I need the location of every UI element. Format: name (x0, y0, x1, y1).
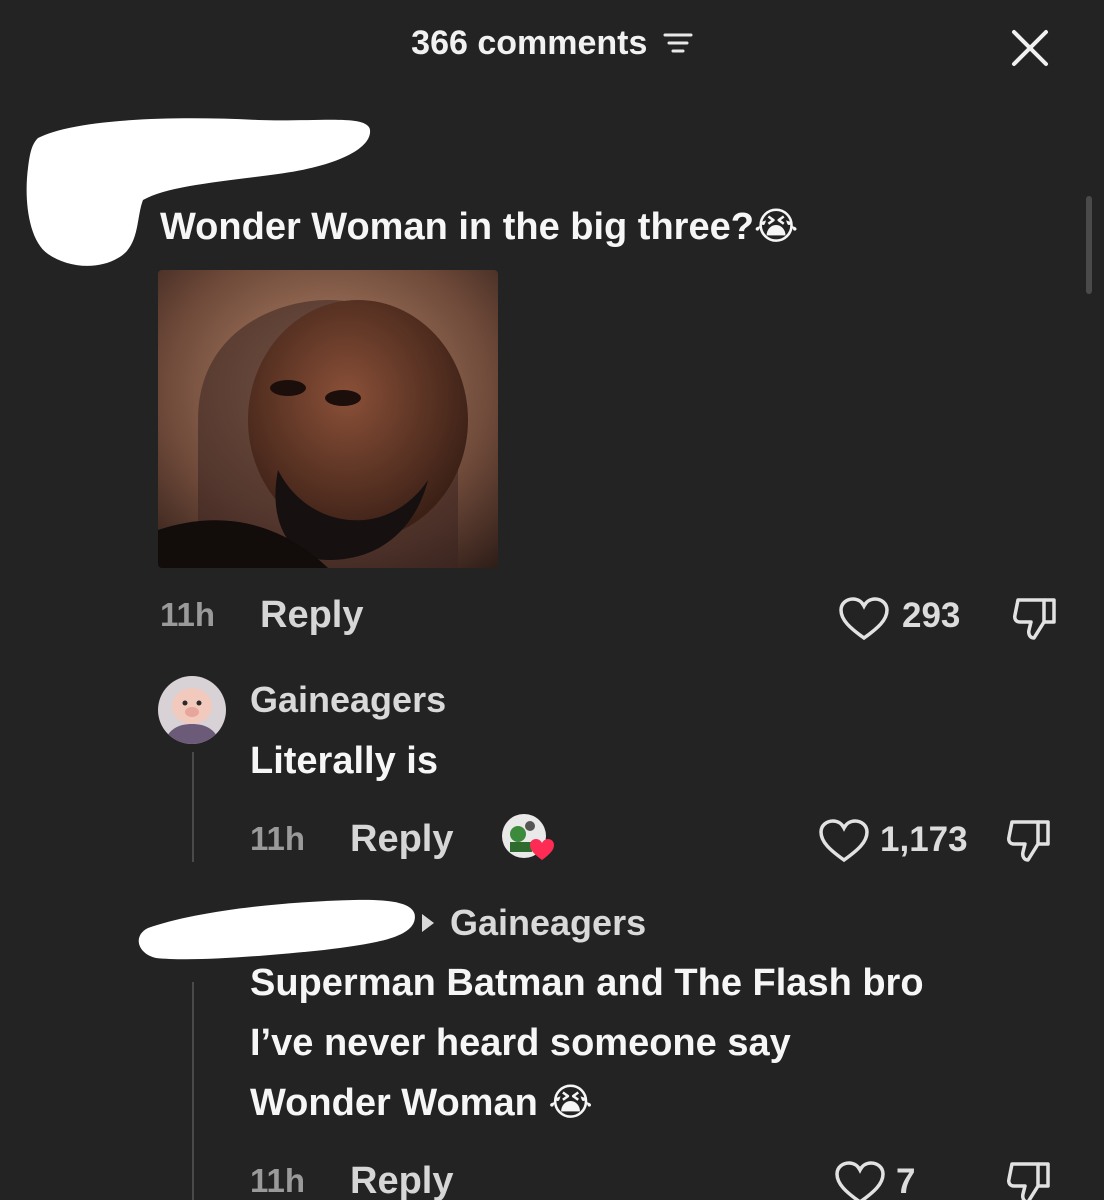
comment-timestamp: 11h (160, 596, 216, 633)
comment-username[interactable]: Gaineagers (250, 679, 446, 721)
redaction-scribble (138, 899, 415, 960)
thread-line (192, 752, 194, 862)
scrollbar[interactable] (1086, 196, 1092, 294)
creator-liked-badge-icon (500, 812, 558, 871)
reply-to-username[interactable]: Gaineagers (450, 902, 646, 944)
comment-text-line: I’ve never heard someone say (250, 1022, 791, 1064)
reply-arrow-icon (420, 912, 436, 939)
like-count: 293 (902, 596, 961, 635)
reply-button[interactable]: Reply (260, 594, 363, 637)
comment-count: 366 comments (411, 24, 648, 62)
comment-image-crying-man[interactable] (158, 270, 498, 568)
heart-icon[interactable] (838, 596, 890, 647)
close-icon[interactable] (1008, 26, 1052, 70)
comment-text: Literally is (250, 740, 438, 782)
like-count: 1,173 (880, 820, 968, 859)
reply-button[interactable]: Reply (350, 1160, 453, 1200)
dislike-icon[interactable] (1004, 1158, 1054, 1200)
reply-button[interactable]: Reply (350, 818, 453, 861)
filter-sort-icon[interactable] (663, 26, 693, 65)
comments-panel: 366 comments Wonder Woman in the big thr… (0, 0, 1104, 1200)
comment-text: Wonder Woman in the big three?😭 (160, 206, 799, 248)
like-count: 7 (896, 1162, 916, 1200)
thread-line (192, 982, 194, 1200)
redaction-scribble (26, 118, 371, 266)
comments-header: 366 comments (0, 24, 1104, 65)
dislike-icon[interactable] (1004, 816, 1054, 871)
comment-text-line: Wonder Woman 😭 (250, 1082, 593, 1124)
comment-timestamp: 11h (250, 820, 306, 857)
comment-text-line: Superman Batman and The Flash bro (250, 962, 924, 1004)
heart-icon[interactable] (834, 1160, 886, 1200)
dislike-icon[interactable] (1010, 594, 1060, 649)
heart-icon[interactable] (818, 818, 870, 869)
avatar[interactable] (158, 676, 226, 744)
comment-timestamp: 11h (250, 1162, 306, 1199)
